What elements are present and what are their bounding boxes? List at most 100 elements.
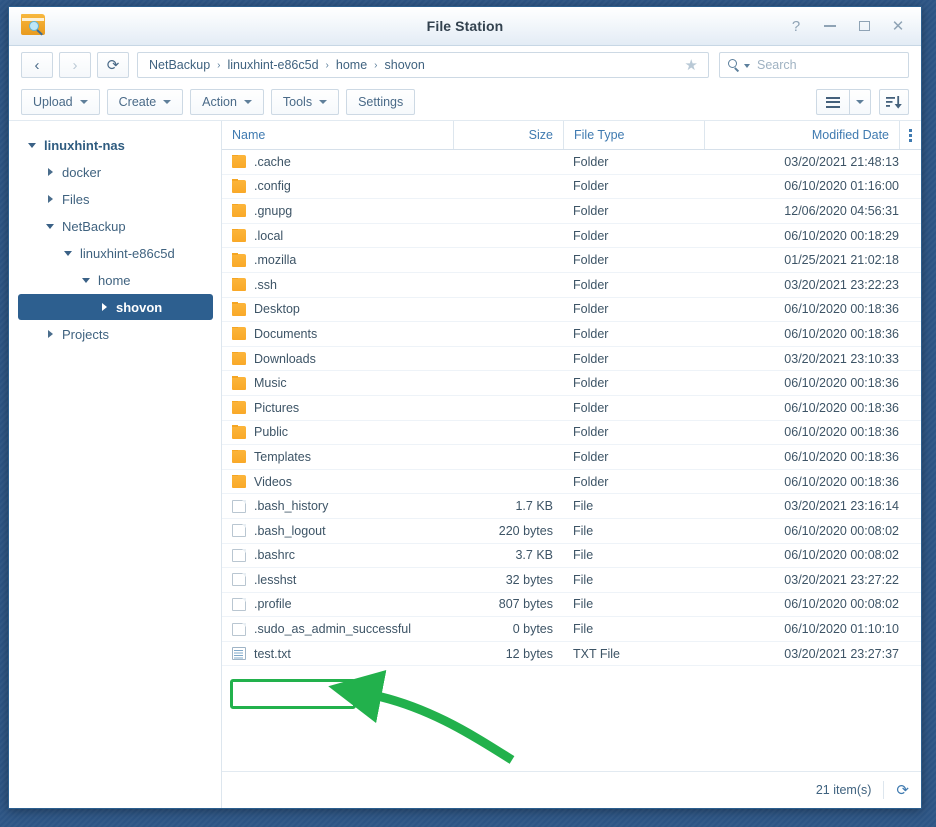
forward-button[interactable]: › — [59, 52, 91, 78]
cell-file-type: File — [573, 622, 594, 637]
file-name-label: .lesshst — [254, 572, 297, 587]
breadcrumb-item-home[interactable]: home — [335, 58, 368, 72]
table-row[interactable]: .local Folder 06/10/2020 00:18:29 — [222, 224, 921, 249]
chevron-right-icon[interactable] — [42, 330, 58, 338]
cell-name: .sudo_as_admin_successful — [222, 622, 453, 636]
breadcrumb-separator: › — [325, 59, 329, 71]
cell-name: Public — [222, 425, 453, 439]
table-row[interactable]: Downloads Folder 03/20/2021 23:10:33 — [222, 347, 921, 372]
table-row[interactable]: .bash_logout 220 bytes File 06/10/2020 00:0… — [222, 519, 921, 544]
table-row[interactable]: .bash_history 1.7 KB File 03/20/2021 23:16:… — [222, 494, 921, 519]
folder-icon — [232, 154, 246, 169]
status-refresh-icon[interactable]: ⟳ — [883, 781, 909, 799]
column-header-name[interactable]: Name — [222, 121, 453, 149]
breadcrumb: NetBackup › linuxhint-e86c5d › home › shovon — [148, 58, 681, 72]
table-row[interactable]: .sudo_as_admin_successful 0 bytes File 06/1… — [222, 617, 921, 642]
favorite-star-icon[interactable]: ★ — [681, 56, 702, 74]
table-row[interactable]: .config Folder 06/10/2020 01:16:00 — [222, 175, 921, 200]
cell-modified-date: 06/10/2020 00:18:36 — [784, 449, 899, 464]
breadcrumb-separator: › — [217, 59, 221, 71]
sidebar-item-label: docker — [62, 164, 102, 180]
sidebar-item-projects[interactable]: Projects — [18, 321, 213, 347]
table-row[interactable]: .profile 807 bytes File 06/10/2020 00:08:02 — [222, 593, 921, 618]
maximize-button[interactable] — [847, 9, 881, 43]
action-toolbar: Upload Create Action Tools Settings — [9, 84, 921, 120]
breadcrumb-item-linuxhint-e86c5d[interactable]: linuxhint-e86c5d — [227, 58, 320, 72]
folder-icon — [232, 400, 246, 415]
list-view-icon[interactable] — [817, 90, 849, 114]
chevron-down-icon[interactable] — [78, 277, 94, 283]
cell-file-type: Folder — [573, 351, 609, 366]
close-button[interactable]: ✕ — [881, 9, 915, 43]
table-row[interactable]: .ssh Folder 03/20/2021 23:22:23 — [222, 273, 921, 298]
column-header-file-type[interactable]: File Type — [563, 121, 704, 149]
sidebar-item-docker[interactable]: docker — [18, 159, 213, 185]
cell-name: .bash_history — [222, 499, 453, 513]
action-button[interactable]: Action — [190, 89, 264, 115]
column-header-modified-date[interactable]: Modified Date — [704, 121, 899, 149]
column-header-row: Name Size File Type Modified Date — [222, 121, 921, 150]
chevron-down-icon — [243, 100, 252, 104]
cell-file-type: Folder — [573, 179, 609, 194]
minimize-button[interactable] — [813, 9, 847, 43]
table-row[interactable]: .lesshst 32 bytes File 03/20/2021 23:27:22 — [222, 568, 921, 593]
create-button[interactable]: Create — [106, 89, 184, 115]
cell-modified-date: 06/10/2020 01:16:00 — [784, 179, 899, 194]
help-button[interactable]: ? — [779, 9, 813, 43]
table-row[interactable]: Desktop Folder 06/10/2020 00:18:36 — [222, 298, 921, 323]
file-browser-pane: Name Size File Type Modified Date .cache… — [222, 121, 921, 808]
search-icon — [728, 58, 741, 72]
chevron-down-icon[interactable] — [24, 142, 40, 148]
sidebar-item-label: linuxhint-nas — [44, 137, 125, 153]
table-row[interactable]: .cache Folder 03/20/2021 21:48:13 — [222, 150, 921, 175]
cell-modified-date: 06/10/2020 00:18:36 — [784, 400, 899, 415]
table-row[interactable]: Music Folder 06/10/2020 00:18:36 — [222, 371, 921, 396]
sidebar-item-linuxhint-e86c5d[interactable]: linuxhint-e86c5d — [18, 240, 213, 266]
settings-button[interactable]: Settings — [346, 89, 416, 115]
cell-name: .ssh — [222, 277, 453, 292]
tools-button[interactable]: Tools — [270, 89, 340, 115]
breadcrumb-item-shovon[interactable]: shovon — [384, 58, 426, 72]
chevron-right-icon[interactable] — [42, 195, 58, 203]
sort-descending-icon[interactable] — [879, 89, 909, 115]
cell-file-type: File — [573, 548, 594, 563]
column-header-size[interactable]: Size — [453, 121, 563, 149]
cell-file-type: Folder — [573, 154, 609, 169]
sidebar-item-netbackup[interactable]: NetBackup — [18, 213, 213, 239]
sidebar-item-linuxhint-nas[interactable]: linuxhint-nas — [18, 132, 213, 158]
cell-file-type: Folder — [573, 228, 609, 243]
chevron-down-icon[interactable] — [744, 64, 750, 68]
breadcrumb-item-netbackup[interactable]: NetBackup — [148, 58, 211, 72]
table-row[interactable]: Pictures Folder 06/10/2020 00:18:36 — [222, 396, 921, 421]
table-row[interactable]: test.txt 12 bytes TXT File 03/20/2021 23:27… — [222, 642, 921, 667]
upload-button[interactable]: Upload — [21, 89, 100, 115]
table-row[interactable]: .bashrc 3.7 KB File 06/10/2020 00:08:02 — [222, 544, 921, 569]
view-mode-split-button[interactable] — [816, 89, 871, 115]
search-box[interactable] — [719, 52, 909, 78]
table-row[interactable]: Public Folder 06/10/2020 00:18:36 — [222, 421, 921, 446]
search-input[interactable] — [755, 57, 900, 73]
sidebar-item-shovon[interactable]: shovon — [18, 294, 213, 320]
cell-name: .bashrc — [222, 548, 453, 562]
sidebar-item-home[interactable]: home — [18, 267, 213, 293]
view-mode-dropdown-caret[interactable] — [849, 90, 870, 114]
file-name-label: .mozilla — [254, 253, 297, 268]
sidebar-item-label: linuxhint-e86c5d — [80, 245, 175, 261]
table-row[interactable]: .mozilla Folder 01/25/2021 21:02:18 — [222, 248, 921, 273]
text-file-icon — [232, 647, 246, 661]
cell-modified-date: 06/10/2020 00:08:02 — [784, 523, 899, 538]
cell-size: 220 bytes — [498, 523, 553, 538]
refresh-button[interactable]: ⟳ — [97, 52, 129, 78]
sidebar-item-files[interactable]: Files — [18, 186, 213, 212]
chevron-down-icon[interactable] — [60, 250, 76, 256]
button-label: Tools — [282, 95, 313, 109]
chevron-right-icon[interactable] — [42, 168, 58, 176]
column-options-kebab-icon[interactable] — [899, 121, 921, 149]
chevron-down-icon[interactable] — [42, 223, 58, 229]
table-row[interactable]: .gnupg Folder 12/06/2020 04:56:31 — [222, 199, 921, 224]
table-row[interactable]: Templates Folder 06/10/2020 00:18:36 — [222, 445, 921, 470]
back-button[interactable]: ‹ — [21, 52, 53, 78]
chevron-right-icon[interactable] — [96, 303, 112, 311]
table-row[interactable]: Videos Folder 06/10/2020 00:18:36 — [222, 470, 921, 495]
table-row[interactable]: Documents Folder 06/10/2020 00:18:36 — [222, 322, 921, 347]
